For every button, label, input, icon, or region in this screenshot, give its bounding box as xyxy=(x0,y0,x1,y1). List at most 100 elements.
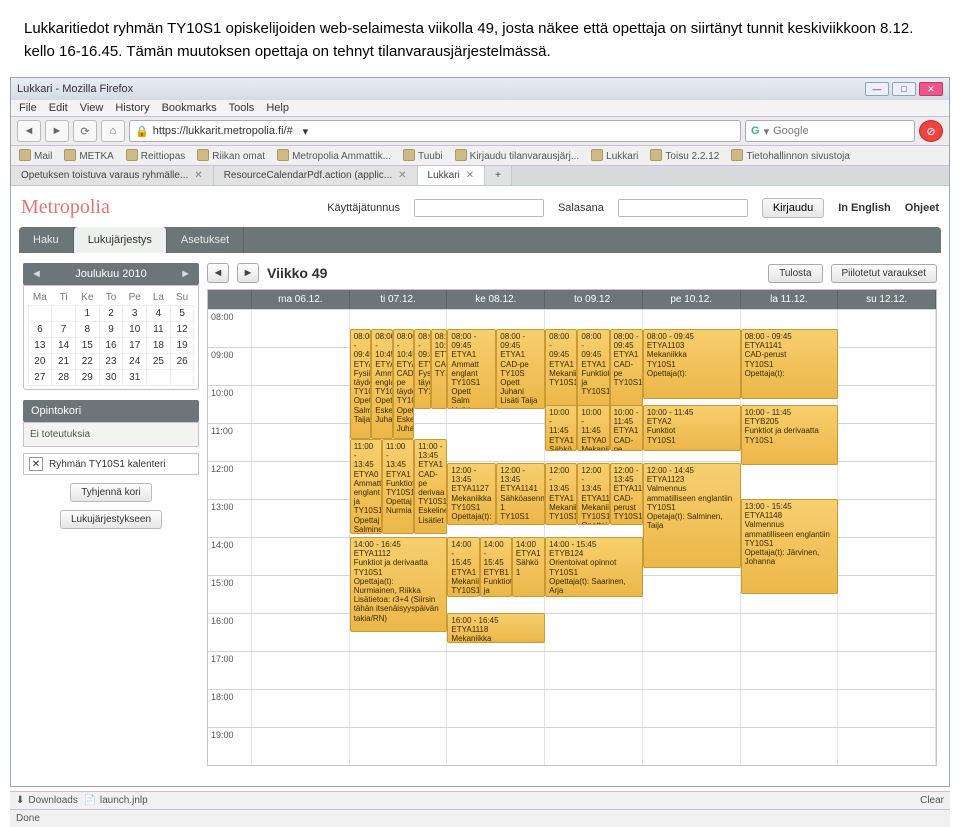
cal-day[interactable]: 24 xyxy=(122,353,147,370)
cal-day[interactable]: 11 xyxy=(146,321,171,338)
search-box[interactable]: G▾ Google xyxy=(745,120,915,142)
language-link[interactable]: In English xyxy=(838,202,891,214)
remove-icon[interactable]: ✕ xyxy=(29,457,43,471)
password-input[interactable] xyxy=(618,199,748,217)
event[interactable]: 08:00 - 09:45ETYA1AmmattenglantTY10S1Ope… xyxy=(447,329,496,409)
event[interactable]: 11:00 - 13:45ETYA1FunktiotTY10S1OpettajN… xyxy=(382,439,414,534)
bookmark-item[interactable]: Lukkari xyxy=(591,149,638,162)
event[interactable]: 12:00 - 13:45ETYA1121MekaniikkaTY10S1Ope… xyxy=(577,463,609,525)
event[interactable]: 14:00 - 15:45ETYB124Orientoivat opinnotT… xyxy=(545,537,643,597)
event[interactable]: 11:00 - 13:45ETYA0Ammattenglant jaTY10S1… xyxy=(350,439,382,534)
event[interactable]: 10:00 - 11:45ETYA2FunktiotTY10S1 xyxy=(643,405,741,451)
cal-day[interactable]: 23 xyxy=(99,353,124,370)
cal-day[interactable]: 31 xyxy=(122,369,147,386)
tab-close-icon[interactable]: ✕ xyxy=(194,170,202,181)
cal-day[interactable]: 18 xyxy=(146,337,171,354)
week-next-button[interactable]: ► xyxy=(237,263,259,283)
event[interactable]: 08:00 - 09:45ETYA1103MekaniikkaTY10S1Ope… xyxy=(643,329,741,399)
event[interactable]: 08:00 - 09:45ETYAFysiiktäydeTY10 xyxy=(414,329,431,409)
cal-day[interactable] xyxy=(170,369,195,386)
minimize-button[interactable]: — xyxy=(865,82,889,96)
cal-day[interactable]: 28 xyxy=(51,369,76,386)
event[interactable]: 12:00 - 14:45ETYA1123Valmennus ammatilli… xyxy=(643,463,741,568)
event[interactable]: 08:00 - 09:45ETYA1Fysiikan täydentTY10S1… xyxy=(350,329,371,439)
cal-day[interactable]: 29 xyxy=(75,369,100,386)
event[interactable]: 08:0010:45ETYACAD-TY10S xyxy=(431,329,448,409)
event[interactable]: 12:00 - 13:45ETYA1150CAD-perustTY10S1 xyxy=(610,463,643,525)
close-button[interactable]: ✕ xyxy=(919,82,943,96)
event[interactable]: 11:00 - 13:45ETYA1CAD-pederivaaTY10S1Esk… xyxy=(414,439,447,534)
event[interactable]: 08:00 - 09:45ETYA1FunktiotjaTY10S1 xyxy=(577,329,609,409)
cal-day[interactable]: 25 xyxy=(146,353,171,370)
cal-day[interactable]: 17 xyxy=(122,337,147,354)
event[interactable]: 14:00 - 15:45ETYB1Funktiotja xyxy=(480,537,512,597)
to-timetable-button[interactable]: Lukujärjestykseen xyxy=(60,510,162,529)
cal-day[interactable]: 10 xyxy=(122,321,147,338)
cal-day[interactable]: 16 xyxy=(99,337,124,354)
cal-day[interactable]: 19 xyxy=(170,337,195,354)
event[interactable]: 16:00 - 16:45ETYA1118Mekaniikka xyxy=(447,613,545,643)
app-tab[interactable]: Lukujärjestys xyxy=(74,227,167,253)
menu-help[interactable]: Help xyxy=(266,102,289,114)
clear-basket-button[interactable]: Tyhjennä kori xyxy=(70,483,151,502)
mini-calendar[interactable]: MaTiKeToPeLaSu 1234567891011121314151617… xyxy=(23,285,199,390)
bookmark-item[interactable]: Reittiopas xyxy=(126,149,185,162)
event[interactable]: 08:00 - 09:45ETYA1CAD-peTY10S1 xyxy=(610,329,643,409)
url-bar[interactable]: 🔒https://lukkarit.metropolia.fi/#☆▾ xyxy=(129,120,741,142)
download-item[interactable]: 📄 launch.jnlp xyxy=(83,795,147,806)
help-link[interactable]: Ohjeet xyxy=(905,202,939,214)
hidden-bookings-button[interactable]: Piilotetut varaukset xyxy=(831,264,938,283)
bookmark-item[interactable]: Metropolia Ammattik... xyxy=(277,149,391,162)
cal-day[interactable]: 1 xyxy=(75,305,100,322)
clear-downloads[interactable]: Clear xyxy=(920,795,944,806)
username-input[interactable] xyxy=(414,199,544,217)
cal-day[interactable]: 12 xyxy=(170,321,195,338)
bookmark-star-icon[interactable]: ☆ xyxy=(293,125,303,138)
cal-day[interactable]: 20 xyxy=(28,353,53,370)
bookmark-item[interactable]: Mail xyxy=(19,149,52,162)
event[interactable]: 12:00 - 13:45ETYA1MekaniikkaTY10S1 xyxy=(545,463,577,525)
cal-day[interactable]: 30 xyxy=(99,369,124,386)
event[interactable]: 10:00 - 11:45ETYB205Funktiot ja derivaat… xyxy=(741,405,839,465)
bookmark-item[interactable]: Tietohallinnon sivustoja xyxy=(731,149,850,162)
cal-day[interactable]: 15 xyxy=(75,337,100,354)
menu-history[interactable]: History xyxy=(115,102,149,114)
bookmark-item[interactable]: METKA xyxy=(64,149,113,162)
cal-prev-icon[interactable]: ◄ xyxy=(31,268,42,280)
bookmark-item[interactable]: Kirjaudu tilanvarausjärj... xyxy=(455,149,580,162)
week-prev-button[interactable]: ◄ xyxy=(207,263,229,283)
menu-edit[interactable]: Edit xyxy=(49,102,68,114)
cal-day[interactable]: 6 xyxy=(28,321,53,338)
cal-day[interactable]: 7 xyxy=(51,321,76,338)
cal-day[interactable]: 27 xyxy=(28,369,53,386)
event[interactable]: 13:00 - 15:45ETYA1148Valmennus ammatilli… xyxy=(741,499,839,594)
cal-next-icon[interactable]: ► xyxy=(180,268,191,280)
event[interactable]: 14:00 - 15:45ETYA1MekaniiTY10S1 xyxy=(447,537,479,597)
back-button[interactable]: ◄ xyxy=(17,120,41,142)
cal-day[interactable] xyxy=(146,369,171,386)
browser-tab[interactable]: ResourceCalendarPdf.action (applic...✕ xyxy=(214,166,418,185)
cal-day[interactable]: 3 xyxy=(122,305,147,322)
event[interactable]: 14:00ETYA1Sähkö1 xyxy=(512,537,545,597)
cal-day[interactable]: 4 xyxy=(146,305,171,322)
bookmark-item[interactable]: Toisu 2.2.12 xyxy=(650,149,719,162)
maximize-button[interactable]: □ xyxy=(892,82,916,96)
cal-day[interactable]: 5 xyxy=(170,305,195,322)
cal-day[interactable]: 2 xyxy=(99,305,124,322)
event[interactable]: 10:00 - 11:45ETYA1CAD-peTY10S1 xyxy=(610,405,643,451)
event[interactable]: 08:00 - 10:45ETYA1CAD-petäydentaTY10S1Op… xyxy=(393,329,414,439)
cal-day[interactable]: 14 xyxy=(51,337,76,354)
forward-button[interactable]: ► xyxy=(45,120,69,142)
cal-day[interactable]: 9 xyxy=(99,321,124,338)
event[interactable]: 08:00 - 09:45ETYA1141CAD-perustTY10S1Ope… xyxy=(741,329,839,399)
browser-tab[interactable]: Lukkari✕ xyxy=(418,166,486,185)
event[interactable]: 12:00 - 13:45ETYA1127MekaniikkaTY10S1Ope… xyxy=(447,463,496,525)
event[interactable]: 08:00 - 10:45ETYA0AmmattenglantTY10S1Ope… xyxy=(371,329,392,439)
cal-day[interactable]: 13 xyxy=(28,337,53,354)
tab-close-icon[interactable]: ✕ xyxy=(398,170,406,181)
cal-day[interactable]: 21 xyxy=(51,353,76,370)
event[interactable]: 14:00 - 16:45ETYA1112Funktiot ja derivaa… xyxy=(350,537,448,632)
menu-view[interactable]: View xyxy=(80,102,104,114)
abp-icon[interactable]: ⊘ xyxy=(919,120,943,142)
new-tab-button[interactable]: + xyxy=(485,166,512,185)
